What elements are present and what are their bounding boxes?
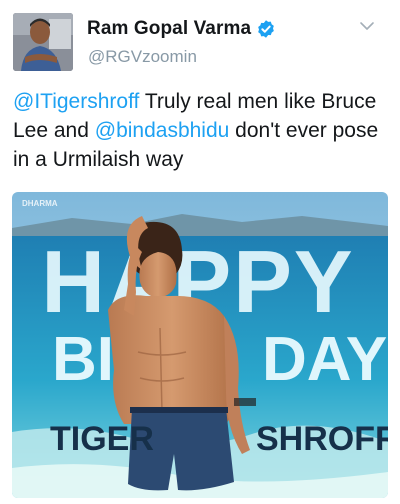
author-handle[interactable]: @RGVzoomin: [88, 47, 197, 67]
mention-link-bindasbhidu[interactable]: @bindasbhidu: [95, 119, 230, 142]
mention-link-tigershroff[interactable]: @ITigershroff: [13, 90, 139, 113]
author-display-name[interactable]: Ram Gopal Varma: [87, 18, 251, 40]
author-name-row: Ram Gopal Varma: [87, 18, 276, 40]
headline-shroff: SHROFF: [256, 420, 388, 458]
tweet-card: Ram Gopal Varma @RGVzoomin @ITigershroff…: [0, 0, 400, 504]
tweet-text: @ITigershroff Truly real men like Bruce …: [13, 87, 388, 174]
author-avatar[interactable]: [13, 13, 73, 71]
avatar-photo: [13, 13, 73, 71]
headline-day: DAY: [262, 325, 387, 394]
birthday-poster: DHARMA HAPPY BIR DAY TIGER SHROFF: [12, 192, 388, 498]
media-watermark: DHARMA: [22, 199, 58, 208]
headline-tiger: TIGER: [50, 420, 154, 458]
tweet-media-image[interactable]: DHARMA HAPPY BIR DAY TIGER SHROFF: [12, 192, 388, 498]
chevron-down-icon[interactable]: [359, 20, 375, 32]
verified-badge-icon: [256, 19, 276, 39]
